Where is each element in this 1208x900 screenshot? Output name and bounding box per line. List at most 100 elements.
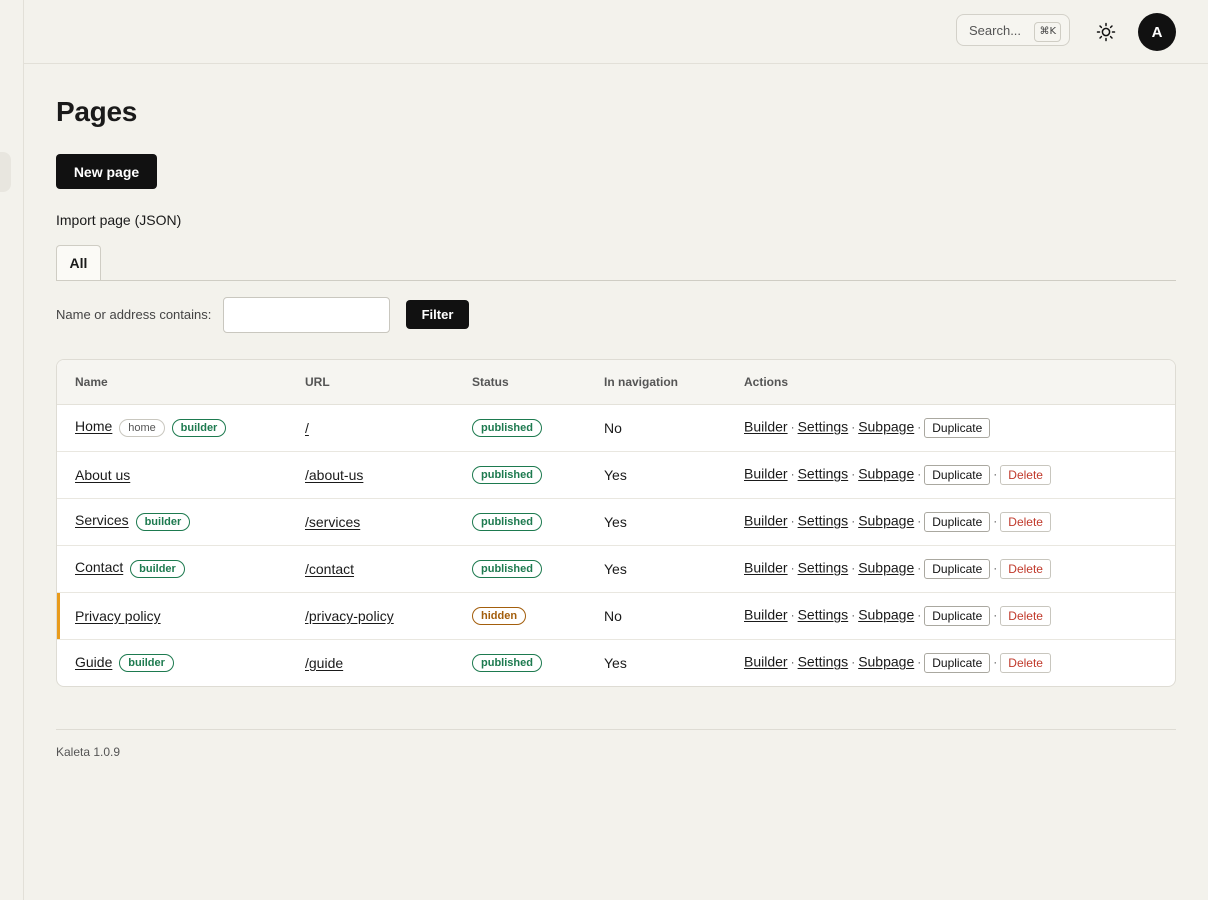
duplicate-button[interactable]: Duplicate — [924, 652, 991, 673]
page-name-link[interactable]: About us — [75, 467, 130, 483]
tag-builder: builder — [130, 559, 185, 578]
table-row: Guide builder/guide published Yes Builder · S… — [57, 638, 1175, 686]
action-separator: · — [790, 608, 795, 623]
cell-actions: Builder · Settings · Subpage · Duplicate · Delet… — [744, 497, 1175, 545]
sidebar-toggle[interactable] — [0, 152, 11, 192]
delete-button[interactable]: Delete — [1000, 652, 1051, 673]
delete-button[interactable]: Delete — [1000, 558, 1051, 579]
table-header: Name URL Status In navigation Actions — [57, 360, 1175, 405]
cell-in-navigation: Yes — [604, 497, 744, 545]
table-row: About us/about-us published Yes Builder · Set… — [57, 450, 1175, 498]
settings-link[interactable]: Settings — [798, 512, 849, 528]
delete-button[interactable]: Delete — [1000, 605, 1051, 626]
tag-home: home — [119, 418, 165, 437]
cell-url: /services — [305, 497, 472, 545]
tab-all[interactable]: All — [56, 245, 101, 280]
duplicate-button[interactable]: Duplicate — [924, 511, 991, 532]
cell-actions: Builder · Settings · Subpage · Duplicate · Delet… — [744, 544, 1175, 592]
cell-url: /about-us — [305, 450, 472, 498]
cell-url: /guide — [305, 638, 472, 686]
page-name-link[interactable]: Services — [75, 512, 129, 528]
action-separator: · — [917, 467, 922, 482]
filter-button[interactable]: Filter — [406, 300, 469, 329]
subpage-link[interactable]: Subpage — [858, 418, 914, 434]
settings-link[interactable]: Settings — [798, 606, 849, 622]
search-button[interactable]: Search... ⌘K — [956, 14, 1070, 46]
pages-table: Name URL Status In navigation Actions Ho… — [56, 359, 1176, 687]
avatar[interactable]: A — [1138, 13, 1176, 51]
page-url-link[interactable]: /about-us — [305, 467, 363, 483]
page-url-link[interactable]: /privacy-policy — [305, 608, 394, 624]
cell-actions: Builder · Settings · Subpage · Duplicate · Delet… — [744, 591, 1175, 639]
cell-status: published — [472, 638, 604, 686]
theme-toggle-button[interactable] — [1094, 20, 1118, 44]
duplicate-button[interactable]: Duplicate — [924, 605, 991, 626]
page-url-link[interactable]: /guide — [305, 655, 343, 671]
cell-actions: Builder · Settings · Subpage · Duplicate — [744, 404, 1175, 451]
builder-link[interactable]: Builder — [744, 653, 788, 669]
action-separator: · — [917, 655, 922, 670]
cell-name: Contact builder — [57, 544, 305, 592]
action-separator: · — [851, 561, 856, 576]
action-separator: · — [851, 655, 856, 670]
new-page-button[interactable]: New page — [56, 154, 157, 189]
tag-builder: builder — [135, 512, 191, 531]
action-separator: · — [790, 561, 795, 576]
delete-button[interactable]: Delete — [1000, 511, 1051, 532]
action-separator: · — [851, 514, 856, 529]
action-separator: · — [851, 608, 856, 623]
builder-link[interactable]: Builder — [744, 512, 788, 528]
cell-status: published — [472, 404, 604, 451]
action-separator: · — [917, 420, 922, 435]
table-row: Home home builder / published No Builder · Set… — [57, 404, 1175, 451]
cell-status: published — [472, 497, 604, 545]
cell-in-navigation: No — [604, 419, 622, 436]
action-separator: · — [993, 608, 998, 623]
action-separator: · — [790, 467, 795, 482]
subpage-link[interactable]: Subpage — [858, 653, 914, 669]
column-header-url: URL — [305, 360, 472, 405]
builder-link[interactable]: Builder — [744, 606, 788, 622]
column-header-in-navigation: In navigation — [604, 360, 744, 405]
cell-name: About us — [57, 450, 305, 498]
page-name-link[interactable]: Privacy policy — [75, 608, 161, 624]
filter-input[interactable] — [223, 297, 390, 333]
subpage-link[interactable]: Subpage — [858, 559, 914, 575]
topbar: Search... ⌘K A — [24, 0, 1208, 64]
page-name-link[interactable]: Guide — [75, 654, 112, 670]
settings-link[interactable]: Settings — [798, 653, 849, 669]
page-url-link[interactable]: /contact — [305, 561, 354, 577]
table-row: Services builder/services published Yes Bui… — [57, 497, 1175, 545]
cell-url: / — [305, 404, 472, 451]
duplicate-button[interactable]: Duplicate — [924, 558, 991, 579]
builder-link[interactable]: Builder — [744, 418, 788, 434]
page-url-link[interactable]: / — [305, 420, 309, 436]
delete-button[interactable]: Delete — [1000, 464, 1051, 485]
cell-status: hidden — [472, 591, 604, 639]
table-row: Privacy policy/privacy-policy hidden No Bui… — [57, 591, 1175, 639]
settings-link[interactable]: Settings — [798, 418, 849, 434]
page-url-link[interactable]: /services — [305, 514, 360, 530]
version-text: Kaleta 1.0.9 — [56, 745, 121, 759]
page-name-link[interactable]: Home — [75, 418, 112, 434]
duplicate-button[interactable]: Duplicate — [924, 417, 991, 438]
subpage-link[interactable]: Subpage — [858, 512, 914, 528]
builder-link[interactable]: Builder — [744, 465, 788, 481]
status-badge: published — [472, 419, 542, 437]
subpage-link[interactable]: Subpage — [858, 606, 914, 622]
duplicate-button[interactable]: Duplicate — [924, 464, 991, 485]
settings-link[interactable]: Settings — [798, 465, 849, 481]
page-name-link[interactable]: Contact — [75, 559, 123, 575]
cell-actions: Builder · Settings · Subpage · Duplicate · Delet… — [744, 638, 1175, 686]
settings-link[interactable]: Settings — [798, 559, 849, 575]
table-row: Contact builder/contact published Yes Build… — [57, 544, 1175, 592]
status-badge: published — [472, 466, 542, 484]
import-page-link[interactable]: Import page (JSON) — [56, 212, 181, 228]
builder-link[interactable]: Builder — [744, 559, 788, 575]
subpage-link[interactable]: Subpage — [858, 465, 914, 481]
cell-in-navigation: Yes — [604, 450, 744, 498]
column-header-actions: Actions — [744, 360, 1175, 405]
cell-url: /contact — [305, 544, 472, 592]
cell-actions: Builder · Settings · Subpage · Duplicate · Delet… — [744, 450, 1175, 498]
search-shortcut: ⌘K — [1034, 22, 1061, 42]
